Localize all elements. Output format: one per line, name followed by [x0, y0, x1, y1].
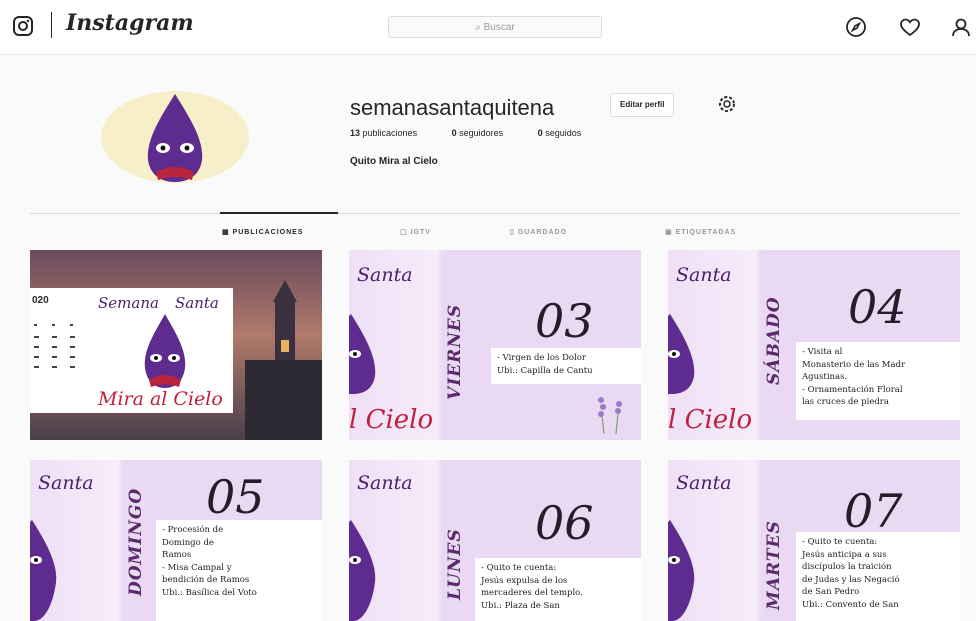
- cover-year: 020: [32, 295, 49, 306]
- post-description: - Virgen de los Dolor Ubi.: Capilla de C…: [491, 348, 641, 384]
- tag-icon: ▣: [665, 229, 676, 236]
- post-cielo-text: l Cielo: [349, 405, 434, 435]
- post-script-title: Santa: [357, 472, 413, 494]
- profile-avatar[interactable]: [100, 90, 250, 185]
- cucurucho-avatar-image: [101, 91, 249, 183]
- search-input[interactable]: ⌕ Buscar: [388, 16, 602, 38]
- post-cielo-text: l Cielo: [668, 405, 753, 435]
- cucurucho-figure: [30, 520, 57, 621]
- tab-igtv[interactable]: ▢ IGTV: [400, 228, 431, 236]
- post-script-title: Santa: [676, 264, 732, 286]
- post-day-number: 04: [848, 280, 907, 334]
- cover-title-right: Santa: [175, 294, 219, 312]
- post-martes-07[interactable]: Santa MARTES 07 - Quito te cuenta: Jesús…: [668, 460, 960, 621]
- post-lunes-06[interactable]: Santa LUNES 06 - Quito te cuenta: Jesús …: [349, 460, 641, 621]
- church-tower-image: [245, 280, 322, 440]
- post-day-number: 05: [206, 470, 265, 524]
- posts-count[interactable]: 13 publicaciones: [350, 128, 417, 138]
- post-day-word: DOMINGO: [126, 487, 146, 596]
- cucurucho-figure: [668, 314, 695, 394]
- edit-profile-button[interactable]: Editar perfil: [610, 93, 675, 117]
- cucurucho-figure: [349, 520, 376, 621]
- tabs-divider: [30, 213, 960, 214]
- post-script-title: Santa: [38, 472, 94, 494]
- post-day-word: LUNES: [445, 528, 465, 600]
- cucurucho-figure: [668, 520, 695, 621]
- cover-title-left: Semana: [98, 294, 159, 312]
- compass-icon[interactable]: [845, 16, 867, 38]
- post-sabado-04[interactable]: Santa l Cielo SÁBADO 04 - Visita al Mona…: [668, 250, 960, 440]
- tab-publicaciones[interactable]: ▦ PUBLICACIONES: [222, 228, 304, 236]
- profile-username: semanasantaquitena: [350, 95, 555, 120]
- post-day-number: 07: [844, 484, 903, 538]
- gear-icon[interactable]: [715, 92, 739, 116]
- grid-icon: ▦: [222, 229, 233, 236]
- bookmark-icon: ▯: [510, 229, 518, 236]
- heart-icon[interactable]: [899, 16, 921, 38]
- post-description: - Quito te cuenta: Jesús expulsa de los …: [475, 558, 641, 621]
- tab-guardado[interactable]: ▯ GUARDADO: [510, 228, 567, 236]
- cucurucho-figure: [349, 314, 376, 394]
- profile-stats: 13 publicaciones 0 seguidores 0 seguidos: [350, 128, 613, 138]
- top-navigation-bar: Instagram ⌕ Buscar: [0, 0, 976, 55]
- instagram-wordmark[interactable]: Instagram: [66, 10, 194, 36]
- lavender-flower-icon: [598, 397, 622, 435]
- post-domingo-05[interactable]: Santa DOMINGO 05 - Procesión de Domingo …: [30, 460, 322, 621]
- post-script-title: Santa: [676, 472, 732, 494]
- post-description: - Visita al Monasterio de las Madr Agust…: [796, 342, 960, 420]
- active-tab-indicator: [220, 212, 338, 214]
- profile-icon[interactable]: [950, 16, 972, 38]
- following-count[interactable]: 0 seguidos: [538, 128, 582, 138]
- igtv-icon: ▢: [400, 229, 411, 236]
- post-day-word: VIERNES: [445, 303, 465, 400]
- followers-count[interactable]: 0 seguidores: [452, 128, 504, 138]
- post-script-title: Santa: [357, 264, 413, 286]
- instagram-glyph-icon[interactable]: [12, 15, 34, 37]
- post-day-word: SÁBADO: [764, 296, 784, 385]
- post-viernes-03[interactable]: Santa l Cielo VIERNES 03 - Virgen de los…: [349, 250, 641, 440]
- post-day-number: 03: [535, 294, 594, 348]
- post-day-number: 06: [535, 496, 594, 550]
- post-description: - Quito te cuenta: Jesús anticipa a sus …: [796, 532, 960, 621]
- search-placeholder: Buscar: [483, 22, 515, 33]
- search-icon: ⌕: [475, 22, 484, 33]
- logo-divider: [51, 12, 52, 38]
- tab-etiquetadas[interactable]: ▣ ETIQUETADAS: [665, 228, 736, 236]
- post-day-word: MARTES: [764, 520, 784, 610]
- calendar-grid: [34, 324, 75, 368]
- post-description: - Procesión de Domingo de Ramos - Misa C…: [156, 520, 322, 621]
- cover-subtitle: Mira al Cielo: [98, 388, 223, 410]
- profile-full-name: Quito Mira al Cielo: [350, 156, 438, 167]
- post-cover[interactable]: 020 Semana Santa Mira al Cielo: [30, 250, 322, 440]
- cucurucho-figure: [144, 314, 186, 388]
